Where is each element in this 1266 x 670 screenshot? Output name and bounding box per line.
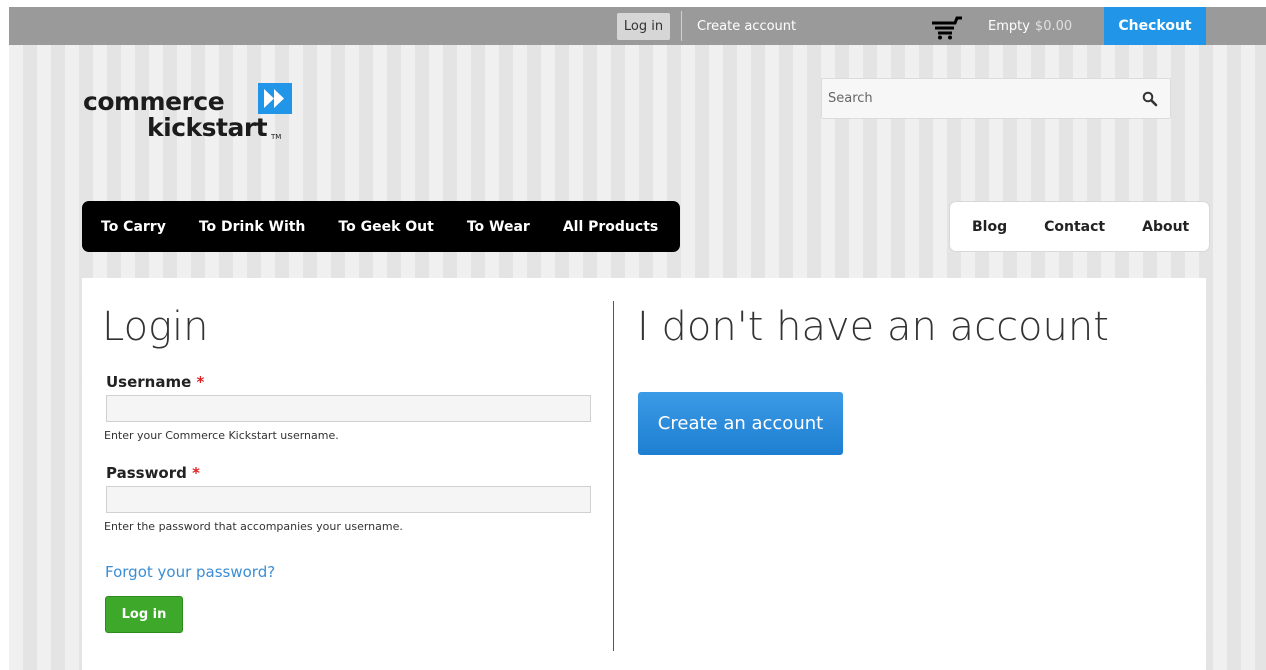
topbar-divider (681, 11, 682, 41)
login-title: Login (102, 304, 209, 350)
topbar-create-account-link[interactable]: Create account (697, 7, 796, 45)
forgot-password-link[interactable]: Forgot your password? (105, 563, 275, 581)
cart-icon[interactable] (931, 14, 963, 40)
cart-summary[interactable]: Empty $0.00 (988, 7, 1072, 45)
username-label-text: Username (106, 373, 192, 391)
logo-word-kickstart: kickstart (147, 113, 268, 142)
nav-item-about[interactable]: About (1142, 219, 1189, 235)
main-content: Login Username * Enter your Commerce Kic… (82, 278, 1206, 670)
password-description: Enter the password that accompanies your… (104, 520, 403, 533)
search-box (821, 78, 1171, 119)
nav-item-to-carry[interactable]: To Carry (101, 219, 166, 235)
topbar-login-link[interactable]: Log in (617, 13, 670, 40)
required-mark: * (196, 373, 205, 391)
logo-word-commerce: commerce (83, 87, 225, 116)
cart-status: Empty (988, 18, 1030, 34)
login-button[interactable]: Log in (105, 596, 183, 633)
logo-trademark: TM (271, 133, 282, 141)
nav-item-to-geek-out[interactable]: To Geek Out (338, 219, 433, 235)
page: Log in Create account Empty $0.00 Checko… (9, 7, 1266, 670)
username-field[interactable] (106, 395, 591, 422)
column-divider (613, 301, 614, 651)
password-field[interactable] (106, 486, 591, 513)
nav-item-all-products[interactable]: All Products (563, 219, 658, 235)
nav-item-to-wear[interactable]: To Wear (467, 219, 530, 235)
nav-item-blog[interactable]: Blog (972, 219, 1007, 235)
no-account-title: I don't have an account (637, 304, 1109, 350)
fast-forward-icon (258, 83, 292, 114)
password-label-text: Password (106, 464, 187, 482)
search-input[interactable] (822, 79, 1132, 118)
search-icon[interactable] (1142, 91, 1158, 107)
create-account-button[interactable]: Create an account (638, 392, 843, 455)
nav-item-contact[interactable]: Contact (1044, 219, 1105, 235)
secondary-nav: Blog Contact About (949, 201, 1210, 252)
checkout-button[interactable]: Checkout (1104, 7, 1206, 45)
main-nav: To Carry To Drink With To Geek Out To We… (82, 201, 680, 252)
required-mark: * (192, 464, 200, 482)
nav-item-to-drink-with[interactable]: To Drink With (199, 219, 306, 235)
top-bar: Log in Create account Empty $0.00 Checko… (9, 7, 1266, 45)
cart-total: $0.00 (1034, 18, 1073, 34)
username-label: Username * (106, 373, 204, 391)
password-label: Password * (106, 464, 200, 482)
site-logo[interactable]: commerce kickstart TM (83, 73, 303, 153)
username-description: Enter your Commerce Kickstart username. (104, 429, 339, 442)
